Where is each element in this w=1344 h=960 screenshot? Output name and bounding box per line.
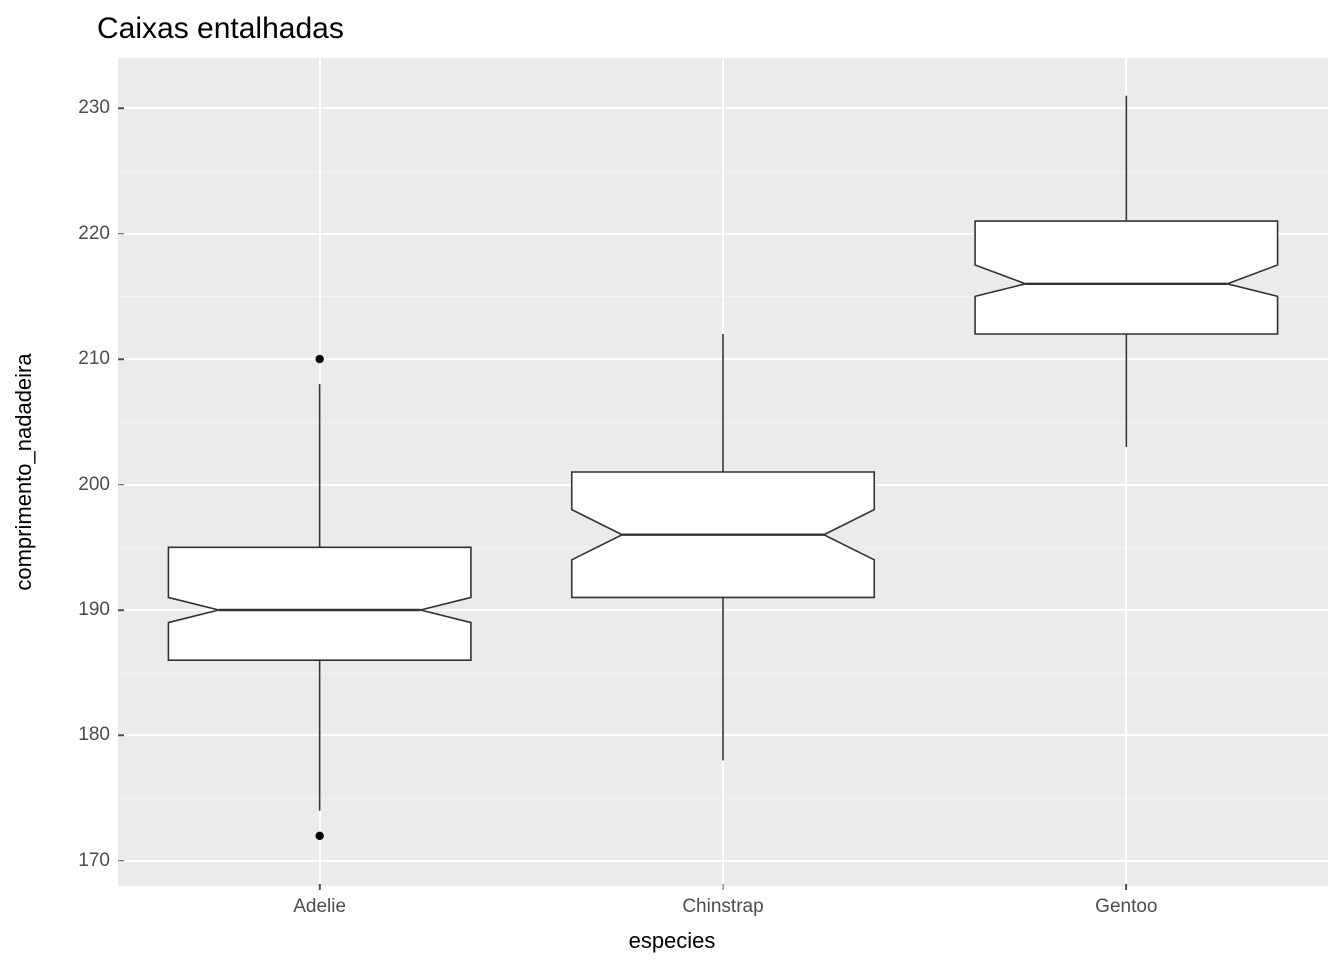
y-tick-label: 220 — [40, 223, 118, 245]
y-tick-label: 230 — [40, 97, 118, 119]
y-axis-label: comprimento_nadadeira — [11, 353, 37, 590]
y-tick-label: 200 — [40, 474, 118, 496]
x-tick-label: Gentoo — [1095, 886, 1157, 918]
chart-title: Caixas entalhadas — [97, 12, 344, 46]
box-notched — [975, 221, 1278, 334]
y-tick-label: 180 — [40, 724, 118, 746]
outlier-point — [315, 355, 323, 363]
y-tick-label: 170 — [40, 850, 118, 872]
y-tick-label: 190 — [40, 599, 118, 621]
chart-container: Caixas entalhadas comprimento_nadadeira … — [0, 0, 1344, 960]
x-axis-label: especies — [0, 928, 1344, 954]
outlier-point — [315, 832, 323, 840]
box-notched — [168, 547, 471, 660]
plot-panel: 170180190200210220230AdelieChinstrapGent… — [118, 58, 1328, 886]
x-tick-label: Chinstrap — [682, 886, 763, 918]
plot-svg — [118, 58, 1328, 886]
y-tick-label: 210 — [40, 348, 118, 370]
x-tick-label: Adelie — [293, 886, 346, 918]
